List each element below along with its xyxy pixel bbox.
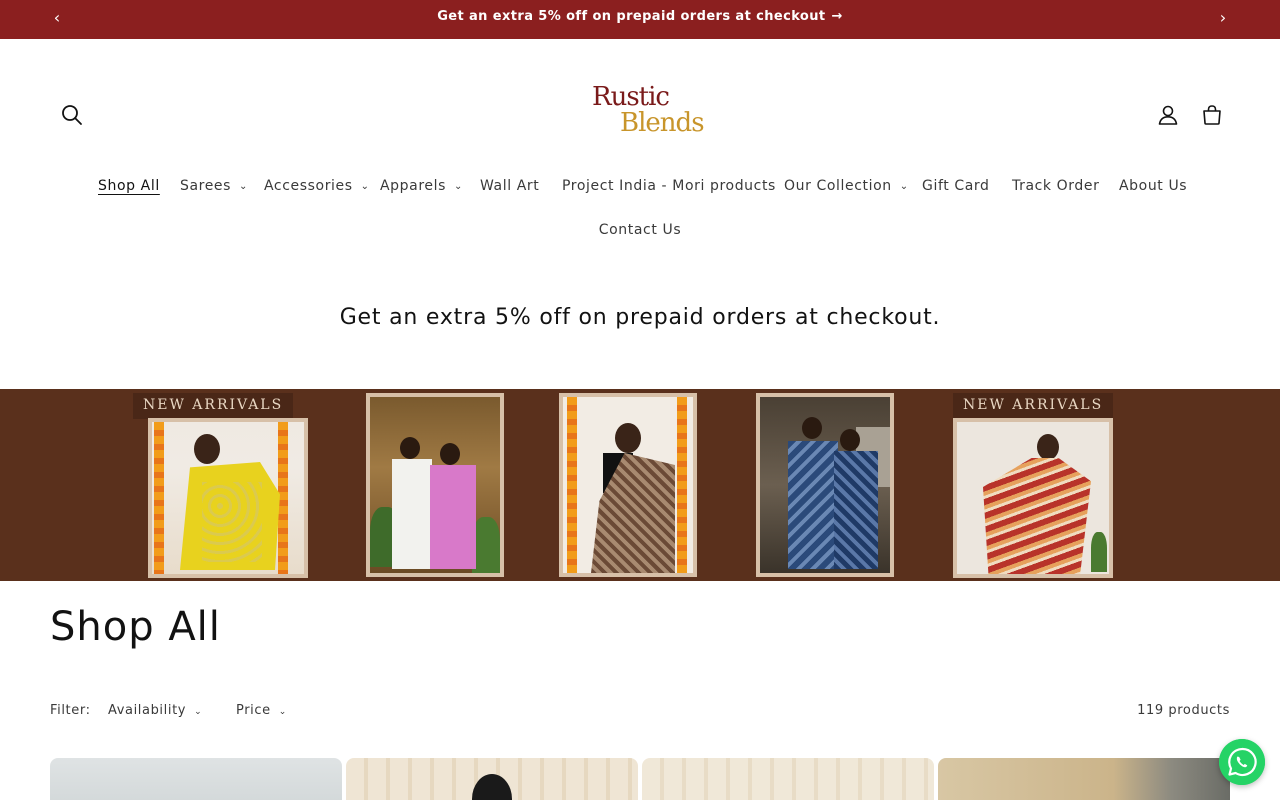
nav-item-sarees[interactable]: Sarees ⌄: [180, 178, 248, 194]
product-card[interactable]: [642, 758, 934, 800]
product-card[interactable]: [50, 758, 342, 800]
chevron-down-icon: ⌄: [239, 181, 249, 192]
nav-label: Accessories: [264, 178, 353, 194]
announcement-bar: ‹ Get an extra 5% off on prepaid orders …: [0, 0, 1280, 39]
announcement-next-button[interactable]: ›: [1213, 8, 1233, 27]
product-card[interactable]: [938, 758, 1230, 800]
announcement-link[interactable]: Get an extra 5% off on prepaid orders at…: [0, 9, 1280, 24]
promo-text: Get an extra 5% off on prepaid orders at…: [339, 305, 941, 330]
chevron-down-icon: ⌄: [453, 181, 463, 192]
chevron-down-icon: ⌄: [278, 707, 287, 717]
nav-item-gift-card[interactable]: Gift Card: [922, 178, 990, 194]
chevron-down-icon: ⌄: [360, 181, 370, 192]
filter-price-button[interactable]: Price ⌄: [236, 703, 287, 718]
nav-label: Contact Us: [598, 222, 682, 238]
arrow-right-icon: →: [831, 9, 843, 24]
announcement-text: Get an extra 5% off on prepaid orders at…: [437, 9, 826, 24]
search-icon[interactable]: [58, 101, 86, 129]
main-navigation: Shop All Sarees ⌄ Accessories ⌄ Apparels ⌄ …: [0, 172, 1280, 200]
collection-title: Shop All: [50, 604, 221, 650]
filter-label: Filter:: [50, 703, 91, 718]
banner-photo-printed-saree: [559, 393, 697, 577]
nav-label: Our Collection: [784, 178, 892, 194]
nav-label: Shop All: [98, 178, 160, 194]
logo-text-blends: Blends: [620, 108, 705, 138]
cart-icon[interactable]: [1198, 101, 1226, 129]
nav-item-accessories[interactable]: Accessories ⌄: [264, 178, 370, 194]
new-arrivals-tag: NEW ARRIVALS: [133, 393, 294, 419]
filter-label-text: Availability: [108, 703, 187, 718]
chevron-down-icon: ⌄: [899, 181, 909, 192]
new-arrivals-tag: NEW ARRIVALS: [953, 393, 1114, 419]
banner-photo-yellow-saree: [148, 418, 308, 578]
banner-photo-pink-saree: [366, 393, 504, 577]
nav-item-contact-us[interactable]: Contact Us: [599, 222, 681, 238]
nav-label: About Us: [1119, 178, 1188, 194]
product-card[interactable]: [346, 758, 638, 800]
new-arrivals-banner[interactable]: NEW ARRIVALS NEW ARRIVALS: [0, 389, 1280, 581]
filter-availability-button[interactable]: Availability ⌄: [108, 703, 202, 718]
chevron-down-icon: ⌄: [194, 707, 203, 717]
product-count: 119 products: [1137, 703, 1230, 718]
nav-item-apparels[interactable]: Apparels ⌄: [380, 178, 463, 194]
account-icon[interactable]: [1154, 101, 1182, 129]
nav-label: Gift Card: [922, 178, 990, 194]
site-logo[interactable]: Rustic Blends: [586, 82, 705, 148]
nav-label: Wall Art: [480, 178, 540, 194]
nav-label: Track Order: [1012, 178, 1100, 194]
nav-item-project-india[interactable]: Project India - Mori products: [562, 178, 776, 194]
nav-item-wall-art[interactable]: Wall Art: [480, 178, 539, 194]
nav-item-our-collection[interactable]: Our Collection ⌄: [784, 178, 909, 194]
nav-item-track-order[interactable]: Track Order: [1012, 178, 1099, 194]
whatsapp-chat-button[interactable]: [1219, 739, 1265, 785]
nav-item-about-us[interactable]: About Us: [1119, 178, 1187, 194]
whatsapp-icon: [1219, 739, 1265, 785]
main-navigation-row-2: Contact Us: [0, 219, 1280, 238]
nav-label: Sarees: [180, 178, 232, 194]
filter-label-text: Price: [236, 703, 271, 718]
nav-label: Project India - Mori products: [562, 178, 776, 194]
banner-photo-red-saree: [953, 418, 1113, 578]
banner-photo-indigo-sarees: [756, 393, 894, 577]
nav-item-shop-all[interactable]: Shop All: [98, 178, 160, 194]
nav-label: Apparels: [380, 178, 446, 194]
